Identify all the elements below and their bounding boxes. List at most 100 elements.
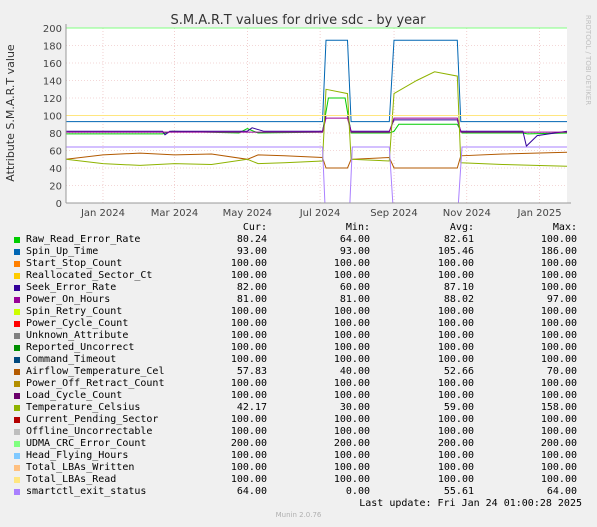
legend-cur-value: 100.00: [230, 474, 267, 485]
legend-max-value: 100.00: [540, 390, 577, 401]
legend-series-name: Reallocated_Sector_Ct: [26, 270, 153, 281]
legend-min-value: 100.00: [333, 342, 370, 353]
legend-avg-value: 88.02: [443, 294, 474, 305]
legend-row: Current_Pending_Sector 100.00 100.00 100.00…: [0, 414, 597, 426]
header-max: Max:: [552, 222, 577, 233]
y-tick-label: 60: [49, 147, 62, 158]
legend-max-value: 97.00: [546, 294, 577, 305]
legend-series-name: Seek_Error_Rate: [26, 282, 117, 293]
legend-series-name: Current_Pending_Sector: [26, 414, 159, 425]
legend-min-value: 100.00: [333, 354, 370, 365]
legend-avg-value: 100.00: [437, 390, 474, 401]
legend-swatch: [14, 261, 20, 267]
legend-min-value: 100.00: [333, 450, 370, 461]
legend-avg-value: 100.00: [437, 426, 474, 437]
legend-max-value: 100.00: [540, 270, 577, 281]
y-tick-label: 180: [43, 42, 62, 53]
legend-cur-value: 100.00: [230, 390, 267, 401]
legend-series-name: Unknown_Attribute: [26, 330, 129, 341]
y-axis-label: Attribute S.M.A.R.T value: [4, 44, 17, 182]
y-tick-label: 200: [43, 24, 62, 35]
legend-min-value: 100.00: [333, 414, 370, 425]
legend-row: Spin_Up_Time 93.00 93.00 105.46 186.00: [0, 246, 597, 258]
legend-max-value: 100.00: [540, 342, 577, 353]
y-tick-label: 20: [49, 182, 62, 193]
header-cur: Cur:: [242, 222, 267, 233]
legend-cur-value: 100.00: [230, 258, 267, 269]
legend-row: Command_Timeout 100.00 100.00 100.00 100.00: [0, 354, 597, 366]
legend-row: Power_On_Hours 81.00 81.00 88.02 97.00: [0, 294, 597, 306]
legend-row: Head_Flying_Hours 100.00 100.00 100.00 100.0…: [0, 450, 597, 462]
legend-series-name: Head_Flying_Hours: [26, 450, 129, 461]
legend-cur-value: 100.00: [230, 450, 267, 461]
legend-swatch: [14, 249, 20, 255]
legend-max-value: 200.00: [540, 438, 577, 449]
legend-avg-value: 100.00: [437, 414, 474, 425]
legend-row: Reallocated_Sector_Ct 100.00 100.00 100.00 1…: [0, 270, 597, 282]
legend-avg-value: 52.66: [443, 366, 474, 377]
legend-swatch: [14, 489, 20, 495]
legend-series-name: Airflow_Temperature_Cel: [26, 366, 165, 377]
legend-cur-value: 100.00: [230, 306, 267, 317]
legend-row: Temperature_Celsius 42.17 30.00 59.00 158.00: [0, 402, 597, 414]
legend-max-value: 100.00: [540, 378, 577, 389]
legend-min-value: 100.00: [333, 462, 370, 473]
x-tick-label: Jan 2024: [80, 208, 125, 219]
x-tick-label: Nov 2024: [443, 208, 491, 219]
legend-avg-value: 100.00: [437, 450, 474, 461]
legend-cur-value: 81.00: [236, 294, 267, 305]
legend-series-name: Load_Cycle_Count: [26, 390, 123, 401]
legend-max-value: 100.00: [540, 306, 577, 317]
legend-series-name: Offline_Uncorrectable: [26, 426, 153, 437]
legend-max-value: 100.00: [540, 234, 577, 245]
legend-min-value: 100.00: [333, 258, 370, 269]
legend-series-name: Power_Cycle_Count: [26, 318, 129, 329]
legend-min-value: 100.00: [333, 270, 370, 281]
legend-row: Seek_Error_Rate 82.00 60.00 87.10 100.00: [0, 282, 597, 294]
legend-series-name: Temperature_Celsius: [26, 402, 141, 413]
legend-swatch: [14, 297, 20, 303]
legend-row: Start_Stop_Count 100.00 100.00 100.00 100.00: [0, 258, 597, 270]
legend-avg-value: 100.00: [437, 306, 474, 317]
legend-min-value: 81.00: [339, 294, 370, 305]
legend-row: smartctl_exit_status 64.00 0.00 55.61 64.00: [0, 486, 597, 498]
legend-avg-value: 100.00: [437, 330, 474, 341]
legend-row: Airflow_Temperature_Cel 57.83 40.00 52.66 70…: [0, 366, 597, 378]
legend-cur-value: 100.00: [230, 270, 267, 281]
legend-cur-value: 100.00: [230, 342, 267, 353]
y-tick-label: 140: [43, 77, 62, 88]
legend-max-value: 100.00: [540, 282, 577, 293]
legend-min-value: 100.00: [333, 426, 370, 437]
legend-row: Total_LBAs_Read 100.00 100.00 100.00 100.00: [0, 474, 597, 486]
legend-row: Reported_Uncorrect 100.00 100.00 100.00 100.…: [0, 342, 597, 354]
y-tick-label: 100: [43, 112, 62, 123]
legend-swatch: [14, 405, 20, 411]
legend-series-name: Total_LBAs_Written: [26, 462, 135, 473]
legend-swatch: [14, 453, 20, 459]
legend-series-name: Reported_Uncorrect: [26, 342, 135, 353]
legend-avg-value: 55.61: [443, 486, 474, 497]
legend-min-value: 100.00: [333, 330, 370, 341]
legend-max-value: 100.00: [540, 426, 577, 437]
legend-min-value: 100.00: [333, 378, 370, 389]
legend-max-value: 100.00: [540, 258, 577, 269]
legend-swatch: [14, 357, 20, 363]
legend-swatch: [14, 429, 20, 435]
legend-series-name: Command_Timeout: [26, 354, 117, 365]
legend-row: Spin_Retry_Count 100.00 100.00 100.00 100.00: [0, 306, 597, 318]
legend-avg-value: 82.61: [443, 234, 474, 245]
legend-swatch: [14, 273, 20, 279]
legend-min-value: 100.00: [333, 306, 370, 317]
legend-min-value: 64.00: [339, 234, 370, 245]
last-update: Last update: Fri Jan 24 01:00:28 2025: [359, 498, 582, 509]
x-tick-label: Mar 2024: [151, 208, 199, 219]
legend-swatch: [14, 477, 20, 483]
rrdtool-credit: RRDTOOL / TOBI OETIKER: [584, 15, 592, 105]
legend-row: Unknown_Attribute 100.00 100.00 100.00 100.0…: [0, 330, 597, 342]
legend-row: Total_LBAs_Written 100.00 100.00 100.00 100.…: [0, 462, 597, 474]
legend-max-value: 64.00: [546, 486, 577, 497]
legend-series-name: UDMA_CRC_Error_Count: [26, 438, 147, 449]
legend-max-value: 186.00: [540, 246, 577, 257]
legend-cur-value: 93.00: [236, 246, 267, 257]
legend-cur-value: 64.00: [236, 486, 267, 497]
